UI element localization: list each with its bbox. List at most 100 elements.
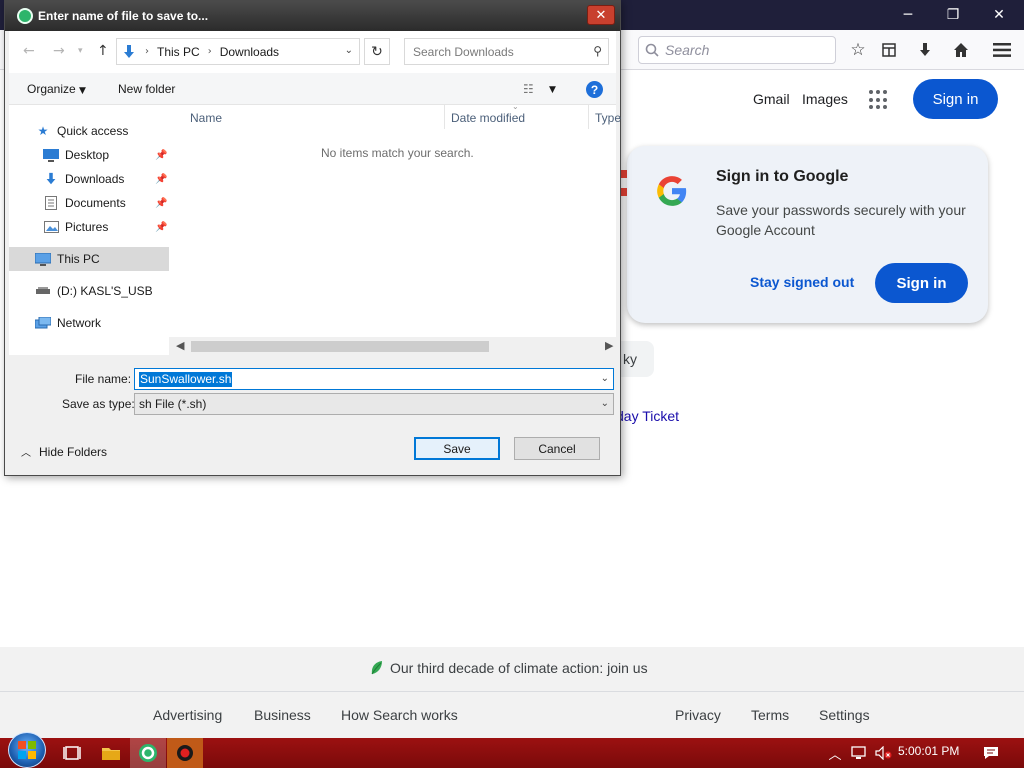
breadcrumb-downloads[interactable]: Downloads xyxy=(220,45,279,59)
browser-search-field[interactable]: Search xyxy=(638,36,836,64)
pin-icon[interactable]: 📌 xyxy=(155,174,167,185)
tray-expand-chevron-icon[interactable]: ︿ xyxy=(826,738,844,768)
pin-icon[interactable]: 📌 xyxy=(155,198,167,209)
save-button[interactable]: Save xyxy=(414,437,500,460)
address-bar[interactable]: › This PC › Downloads ⌄ xyxy=(116,38,360,65)
column-header-type[interactable]: Type xyxy=(595,111,621,125)
recorder-taskbar-button[interactable] xyxy=(167,738,203,768)
nav-usb-label: (D:) KASL'S_USB xyxy=(57,284,153,298)
view-dropdown-icon[interactable]: ▼ xyxy=(549,85,556,95)
organize-label: Organize xyxy=(27,82,76,96)
up-arrow-icon[interactable]: ↑ xyxy=(97,43,109,59)
cancel-button[interactable]: Cancel xyxy=(514,437,600,460)
column-header-name[interactable]: Name xyxy=(190,111,222,125)
breadcrumb-separator-icon: › xyxy=(145,46,149,57)
footer-advertising-link[interactable]: Advertising xyxy=(153,707,222,723)
images-link[interactable]: Images xyxy=(802,91,848,107)
file-list-pane: Name Date modified ⌄ Type No items match… xyxy=(169,102,621,355)
column-divider[interactable] xyxy=(588,105,589,129)
nav-pictures[interactable]: Pictures 📌 xyxy=(9,215,169,239)
bookmark-star-icon[interactable]: ☆ xyxy=(846,38,870,62)
folder-icon xyxy=(102,748,120,760)
footer-terms-link[interactable]: Terms xyxy=(751,707,789,723)
footer-how-search-works-link[interactable]: How Search works xyxy=(341,707,458,723)
task-view-icon xyxy=(63,746,81,760)
task-view-button[interactable] xyxy=(54,738,90,768)
close-window-button[interactable]: ✕ xyxy=(976,0,1022,30)
maximize-button[interactable]: ❐ xyxy=(930,0,976,30)
desktop-icon xyxy=(43,148,59,162)
recent-locations-icon[interactable]: ▾ xyxy=(78,46,83,56)
column-header-date-modified[interactable]: Date modified xyxy=(451,111,525,125)
breadcrumb-this-pc[interactable]: This PC xyxy=(157,45,200,59)
refresh-icon: ↻ xyxy=(371,43,383,60)
record-icon xyxy=(177,745,193,761)
minimize-button[interactable]: ─ xyxy=(885,0,931,30)
partial-link[interactable]: day Ticket xyxy=(616,408,679,424)
taskbar-clock[interactable]: 5:00:01 PM xyxy=(898,744,959,758)
nav-usb-drive[interactable]: (D:) KASL'S_USB xyxy=(9,279,169,303)
breadcrumb-separator-icon: › xyxy=(207,46,212,57)
nav-desktop[interactable]: Desktop 📌 xyxy=(9,143,169,167)
help-icon[interactable]: ? xyxy=(586,81,603,98)
scroll-left-arrow-icon[interactable]: ◀ xyxy=(176,339,184,352)
stay-signed-out-button[interactable]: Stay signed out xyxy=(750,274,854,290)
home-icon[interactable] xyxy=(949,38,973,62)
pin-icon[interactable]: 📌 xyxy=(155,150,167,161)
dialog-titlebar[interactable]: Enter name of file to save to... ✕ xyxy=(5,1,620,31)
download-icon[interactable] xyxy=(913,38,937,62)
nav-network[interactable]: Network xyxy=(9,311,169,335)
start-button[interactable] xyxy=(8,732,46,768)
file-name-input[interactable]: SunSwallower.sh ⌄ xyxy=(134,368,614,390)
organize-button[interactable]: Organize ▼ xyxy=(27,82,86,96)
chevron-up-icon: ︿ xyxy=(21,448,31,459)
footer-business-link[interactable]: Business xyxy=(254,707,311,723)
climate-text: Our third decade of climate action: join… xyxy=(390,660,648,676)
scrollbar-thumb[interactable] xyxy=(191,341,489,352)
network-tray-icon[interactable] xyxy=(849,738,871,768)
file-explorer-taskbar-button[interactable] xyxy=(93,738,129,768)
column-divider[interactable] xyxy=(444,105,445,129)
new-folder-button[interactable]: New folder xyxy=(118,82,175,96)
card-sign-in-button[interactable]: Sign in xyxy=(875,263,968,303)
back-arrow-icon[interactable]: ← xyxy=(23,43,35,59)
horizontal-scrollbar[interactable]: ◀ ▶ xyxy=(169,337,616,355)
search-downloads-placeholder: Search Downloads xyxy=(413,44,514,59)
refresh-button[interactable]: ↻ xyxy=(364,38,390,65)
reading-list-icon[interactable] xyxy=(877,38,901,62)
documents-icon xyxy=(43,196,59,210)
action-center-icon[interactable] xyxy=(978,738,1004,768)
search-icon: ⚲ xyxy=(593,44,602,58)
dialog-close-button[interactable]: ✕ xyxy=(587,5,615,25)
nav-documents[interactable]: Documents 📌 xyxy=(9,191,169,215)
save-as-type-label: Save as type: xyxy=(62,397,135,411)
nav-this-pc[interactable]: This PC xyxy=(9,247,169,271)
search-downloads-input[interactable]: Search Downloads ⚲ xyxy=(404,38,609,65)
forward-arrow-icon[interactable]: → xyxy=(53,43,65,59)
dialog-title: Enter name of file to save to... xyxy=(38,9,209,23)
menu-icon[interactable] xyxy=(990,38,1014,62)
climate-message[interactable]: Our third decade of climate action: join… xyxy=(370,660,648,676)
footer-settings-link[interactable]: Settings xyxy=(819,707,870,723)
footer-privacy-link[interactable]: Privacy xyxy=(675,707,721,723)
hide-folders-toggle[interactable]: ︿ Hide Folders xyxy=(21,444,107,460)
file-name-label: File name: xyxy=(75,372,132,386)
nav-network-label: Network xyxy=(57,316,102,330)
leaf-icon xyxy=(371,661,382,675)
address-dropdown-icon[interactable]: ⌄ xyxy=(345,45,353,56)
pin-icon[interactable]: 📌 xyxy=(155,222,167,233)
sign-in-to-google-card: Sign in to Google Save your passwords se… xyxy=(627,146,988,323)
scroll-right-arrow-icon[interactable]: ▶ xyxy=(605,339,613,352)
google-g-icon xyxy=(657,176,687,206)
volume-muted-tray-icon[interactable] xyxy=(873,738,895,768)
sort-indicator-icon: ⌄ xyxy=(512,102,519,111)
gmail-link[interactable]: Gmail xyxy=(753,91,790,107)
google-apps-icon[interactable] xyxy=(869,90,889,110)
google-sign-in-button[interactable]: Sign in xyxy=(913,79,998,119)
browser-taskbar-button[interactable] xyxy=(130,738,166,768)
save-as-type-select[interactable]: sh File (*.sh) ⌄ xyxy=(134,393,614,415)
file-name-dropdown-icon[interactable]: ⌄ xyxy=(601,373,609,384)
nav-quick-access[interactable]: ★ Quick access xyxy=(9,119,169,143)
view-options-icon[interactable]: ☷ xyxy=(523,82,534,96)
nav-downloads[interactable]: Downloads 📌 xyxy=(9,167,169,191)
